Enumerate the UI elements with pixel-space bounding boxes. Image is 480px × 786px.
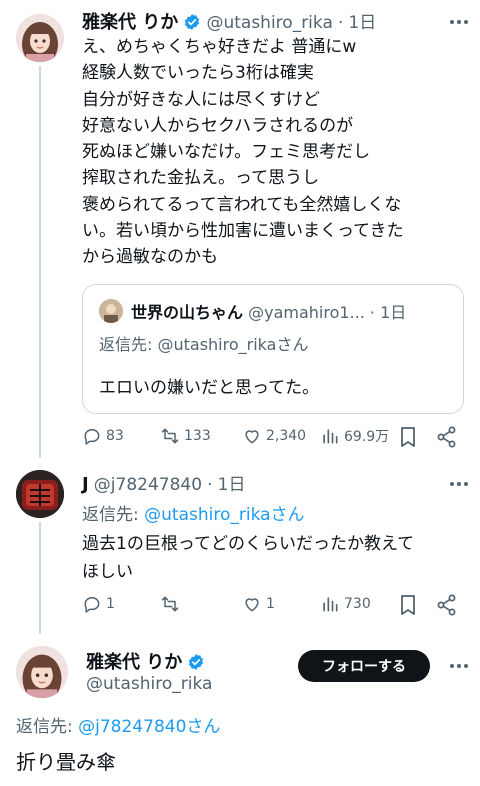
bookmark-icon[interactable] — [398, 594, 418, 616]
reply-prefix: 返信先: — [82, 505, 145, 525]
like-button[interactable]: 2,340 — [242, 426, 306, 446]
reply-button[interactable]: 83 — [82, 426, 124, 446]
repost-button[interactable] — [160, 594, 184, 614]
timestamp[interactable]: 1日 — [218, 475, 246, 495]
like-button[interactable]: 1 — [242, 594, 275, 614]
user-handle[interactable]: @j78247840 — [94, 475, 202, 495]
separator-dot: · — [337, 13, 344, 33]
verified-badge-icon — [187, 653, 205, 675]
like-icon — [245, 598, 259, 612]
tweet1-actions: 83 133 2,340 69.9万 — [82, 426, 467, 450]
quote-separator-dot: · — [369, 303, 375, 322]
views-button[interactable]: 730 — [320, 594, 371, 614]
like-count: 2,340 — [266, 428, 307, 444]
avatar-utashiro-rika[interactable] — [16, 14, 64, 62]
avatar-j[interactable] — [16, 470, 64, 518]
view-count: 730 — [344, 596, 371, 612]
quote-handle: @yamahiro1... — [248, 303, 365, 322]
display-name[interactable]: J — [82, 474, 89, 495]
views-icon — [323, 597, 338, 612]
reply-to-link[interactable]: @utashiro_rikaさん — [144, 505, 304, 525]
quote-timestamp: 1日 — [380, 303, 407, 322]
quote-header: 世界の山ちゃん @yamahiro1... · 1日 — [131, 299, 461, 323]
reply-icon — [84, 597, 100, 613]
share-icon[interactable] — [436, 426, 458, 448]
quote-reply-line: 返信先: @utashiro_rikaさん — [99, 331, 308, 355]
tweet3-reply-line: 返信先: @j78247840さん — [16, 712, 220, 737]
tweet3-text: 折り畳み傘 — [16, 750, 116, 774]
reply-button[interactable]: 1 — [82, 594, 115, 614]
tweet2-text: 過去1の巨根ってどのくらいだったか教えて ほしい — [82, 534, 415, 582]
more-icon[interactable] — [448, 656, 470, 676]
reply-count: 83 — [106, 428, 124, 444]
repost-icon — [161, 428, 179, 444]
reply-icon — [84, 429, 100, 445]
thread-line-2 — [39, 522, 41, 634]
avatar-utashiro-rika[interactable] — [16, 646, 68, 698]
display-name[interactable]: 雅楽代 りか — [86, 652, 182, 673]
like-count: 1 — [266, 596, 275, 612]
reply-to-link[interactable]: @j78247840さん — [78, 717, 220, 737]
repost-icon — [161, 596, 179, 612]
view-count: 69.9万 — [344, 429, 390, 445]
views-button[interactable]: 69.9万 — [320, 426, 389, 446]
tweet1-header: 雅楽代 りか @utashiro_rika · 1日 — [82, 8, 422, 34]
like-icon — [245, 430, 259, 444]
reply-prefix: 返信先: — [16, 717, 79, 737]
verified-badge-icon — [183, 13, 201, 35]
repost-count: 133 — [184, 428, 211, 444]
repost-button[interactable]: 133 — [160, 426, 211, 446]
quote-display-name: 世界の山ちゃん — [131, 303, 244, 322]
more-icon[interactable] — [448, 474, 470, 494]
quote-reply-prefix: 返信先: — [99, 335, 158, 354]
reply-count: 1 — [106, 596, 115, 612]
timestamp[interactable]: 1日 — [348, 13, 376, 33]
thread-line — [39, 66, 41, 458]
tweet3-name-row: 雅楽代 りか — [86, 648, 205, 675]
separator-dot: · — [207, 475, 213, 495]
tweet2-actions: 1 1 730 — [82, 594, 467, 618]
quote-reply-to: @utashiro_rikaさん — [157, 335, 309, 354]
quoted-tweet-card[interactable]: 世界の山ちゃん @yamahiro1... · 1日 返信先: @utashir… — [82, 284, 464, 414]
user-handle[interactable]: @utashiro_rika — [206, 13, 332, 33]
user-handle[interactable]: @utashiro_rika — [86, 674, 212, 694]
more-icon[interactable] — [448, 12, 470, 32]
follow-button[interactable]: フォローする — [298, 650, 430, 682]
bookmark-icon[interactable] — [398, 426, 418, 448]
views-icon — [323, 429, 338, 444]
share-icon[interactable] — [436, 594, 458, 616]
quote-text: エロいの嫌いだと思ってた。 — [99, 378, 320, 398]
tweet2-header: J @j78247840 · 1日 — [82, 470, 442, 495]
tweet1-text: え、めちゃくちゃ好きだよ 普通にw 経験人数でいったら3桁は確実 自分が好きな人… — [82, 37, 404, 268]
display-name[interactable]: 雅楽代 りか — [82, 12, 178, 33]
quote-avatar — [99, 299, 123, 323]
tweet2-reply-line: 返信先: @utashiro_rikaさん — [82, 500, 305, 525]
